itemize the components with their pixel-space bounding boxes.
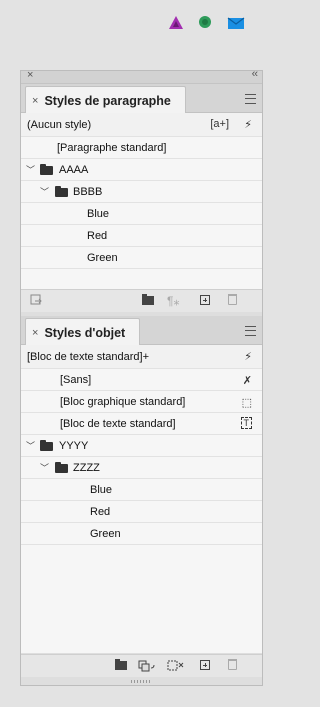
resize-grip[interactable]	[131, 680, 151, 683]
tab-label: Styles d'objet	[44, 325, 126, 340]
list-item[interactable]: Green	[21, 247, 262, 269]
list-item-label: Green	[87, 251, 118, 264]
list-item-label: Red	[90, 505, 111, 518]
list-item-label: YYYY	[59, 439, 89, 452]
tab-paragraph-styles[interactable]: × Styles de paragraphe	[25, 86, 186, 114]
list-item-label: Blue	[90, 483, 113, 496]
text-frame-icon: T	[240, 417, 252, 429]
list-item[interactable]: Red	[21, 501, 262, 523]
list-item[interactable]: Blue	[21, 203, 262, 225]
triangle-icon[interactable]	[167, 14, 185, 32]
list-item[interactable]: ﹀ YYYY	[21, 435, 262, 457]
panel-titlebar: × ‹‹	[21, 68, 262, 84]
paragraph-styles-footer: ¶⁎	[21, 289, 262, 312]
new-style-icon[interactable]: [a+]	[210, 118, 229, 130]
list-item[interactable]: ﹀ AAAA	[21, 159, 262, 181]
list-item[interactable]: ﹀ BBBB	[21, 181, 262, 203]
panel-menu-icon[interactable]	[245, 94, 256, 104]
folder-icon	[40, 164, 53, 175]
list-item[interactable]: [Bloc de texte standard] T	[21, 413, 262, 435]
list-item[interactable]: [Paragraphe standard]	[21, 137, 262, 159]
list-item[interactable]: [Sans] ✗	[21, 369, 262, 391]
mail-icon[interactable]	[227, 14, 245, 32]
list-item-label: Red	[87, 229, 108, 242]
list-item-label: [Paragraphe standard]	[57, 141, 167, 154]
current-style-label: [Bloc de texte standard]+	[27, 350, 149, 363]
list-item[interactable]: Blue	[21, 479, 262, 501]
styles-panel: × ‹‹ × Styles de paragraphe (Aucun style…	[20, 68, 263, 686]
delete-style-icon[interactable]	[228, 294, 237, 305]
chevron-down-icon[interactable]: ﹀	[26, 439, 35, 452]
list-item-label: AAAA	[59, 163, 89, 176]
list-item[interactable]: [Bloc graphique standard] ⬚	[21, 391, 262, 413]
no-frame-icon: ✗	[242, 375, 252, 387]
object-styles-footer	[21, 654, 262, 677]
close-panel-icon[interactable]: ×	[27, 69, 33, 81]
clear-overrides-icon[interactable]: ¶⁎	[167, 294, 179, 308]
tab-object-styles[interactable]: × Styles d'objet	[25, 318, 141, 346]
close-tab-icon[interactable]: ×	[32, 327, 38, 339]
list-item-label: Blue	[87, 207, 110, 220]
list-item-label: [Bloc de texte standard]	[60, 417, 176, 430]
object-styles-list: [Bloc de texte standard]+ ⚡ [Sans] ✗ [Bl…	[21, 345, 262, 653]
list-item[interactable]: ﹀ ZZZZ	[21, 457, 262, 479]
circle-icon[interactable]	[196, 14, 214, 32]
lightning-icon[interactable]: ⚡	[244, 118, 252, 131]
folder-icon	[55, 462, 68, 473]
folder-icon	[55, 186, 68, 197]
new-style-button[interactable]	[200, 660, 210, 670]
new-style-button[interactable]	[200, 295, 210, 305]
graphic-frame-icon: ⬚	[241, 397, 252, 409]
load-styles-icon[interactable]	[30, 294, 43, 307]
list-item-label: [Sans]	[60, 373, 92, 386]
paragraph-styles-tabbar: × Styles de paragraphe	[21, 84, 262, 114]
list-item-label: BBBB	[73, 185, 103, 198]
close-tab-icon[interactable]: ×	[32, 95, 38, 107]
collapse-panel-icon[interactable]: ‹‹	[252, 68, 258, 80]
chevron-down-icon[interactable]: ﹀	[26, 163, 35, 176]
tab-label: Styles de paragraphe	[44, 93, 171, 108]
current-style-row[interactable]: (Aucun style) [a+] ⚡	[21, 113, 262, 137]
list-item-label: [Bloc graphique standard]	[60, 395, 186, 408]
paragraph-styles-list: (Aucun style) [a+] ⚡ [Paragraphe standar…	[21, 113, 262, 289]
folder-icon	[40, 440, 53, 451]
current-style-label: (Aucun style)	[27, 118, 92, 131]
list-item[interactable]: Green	[21, 523, 262, 545]
chevron-down-icon[interactable]: ﹀	[40, 461, 49, 474]
new-group-folder-icon[interactable]	[115, 659, 127, 670]
clear-attributes-icon[interactable]	[138, 659, 156, 672]
object-styles-tabbar: × Styles d'objet	[21, 316, 262, 346]
lightning-icon[interactable]: ⚡	[244, 350, 252, 363]
delete-style-icon[interactable]	[228, 659, 237, 670]
list-item-label: ZZZZ	[73, 461, 100, 474]
new-group-folder-icon[interactable]	[142, 294, 154, 305]
panel-menu-icon[interactable]	[245, 326, 256, 336]
list-item[interactable]: Red	[21, 225, 262, 247]
list-item-label: Green	[90, 527, 121, 540]
clear-overrides-icon[interactable]	[167, 659, 185, 672]
current-style-row[interactable]: [Bloc de texte standard]+ ⚡	[21, 345, 262, 369]
chevron-down-icon[interactable]: ﹀	[40, 185, 49, 198]
